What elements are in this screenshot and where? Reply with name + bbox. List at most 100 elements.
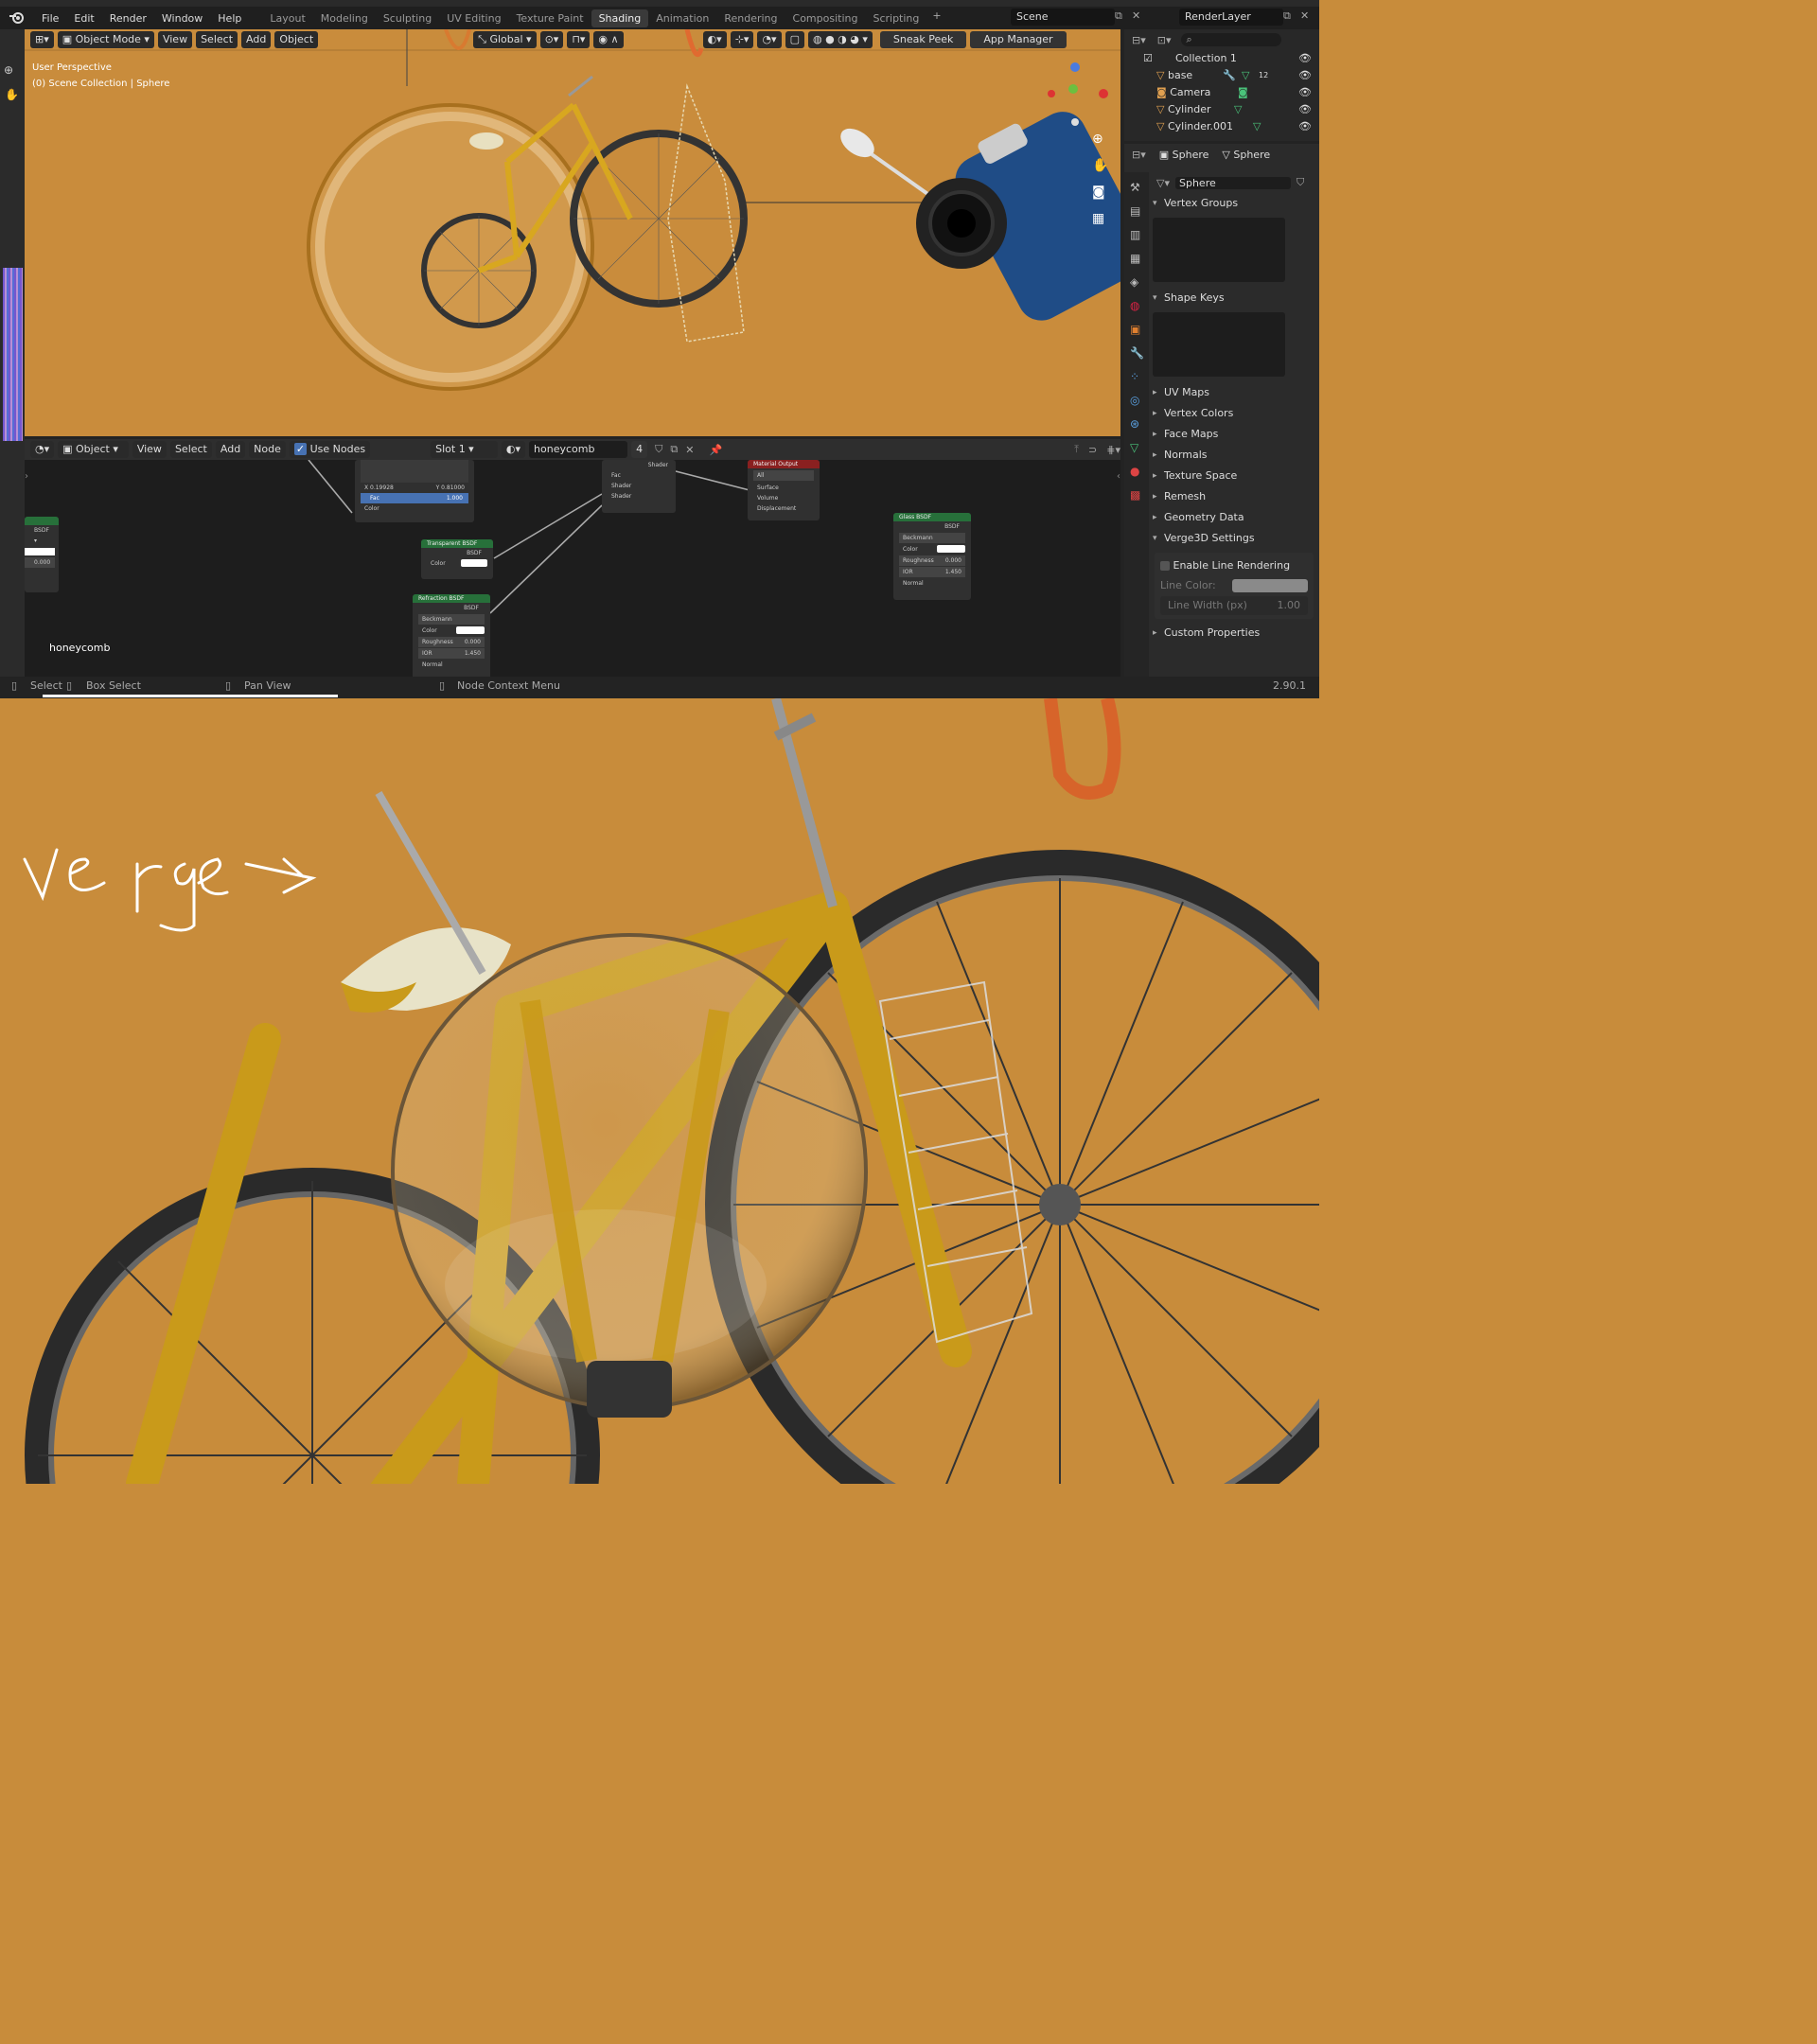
tab-rendering[interactable]: Rendering <box>716 9 785 27</box>
editor-type-icon[interactable]: ⊞▾ <box>30 31 54 48</box>
material-users-count[interactable]: 4 <box>631 441 648 458</box>
visibility-icon[interactable]: ◐▾ <box>702 31 727 48</box>
sneak-peek-button[interactable]: Sneak Peek <box>879 31 967 48</box>
node-left-value[interactable]: 0.000 <box>25 557 55 568</box>
outliner-item-cylinder-001[interactable]: ▽ Cylinder.001 ▽ 👁 <box>1124 118 1319 135</box>
constraints-tab-icon[interactable]: ⊛ <box>1130 413 1143 436</box>
node-menu-select[interactable]: Select <box>169 441 212 458</box>
copy-scene-icon[interactable]: ⧉ <box>1115 9 1122 23</box>
visibility-eye-icon[interactable]: 👁 <box>1298 67 1312 84</box>
visibility-eye-icon[interactable]: 👁 <box>1298 50 1312 67</box>
visibility-eye-icon[interactable]: 👁 <box>1298 84 1312 101</box>
node-menu-view[interactable]: View <box>132 441 167 458</box>
object-tab-icon[interactable]: ▣ <box>1130 318 1143 342</box>
refraction-color-swatch[interactable] <box>456 626 485 634</box>
mesh-name-field[interactable]: Sphere <box>1174 176 1291 189</box>
parent-node-tree-icon[interactable]: ⤒ <box>1074 443 1079 456</box>
panel-remesh[interactable]: Remesh <box>1149 486 1319 507</box>
overlay-toggle-icon[interactable]: ◔▾ <box>757 31 782 48</box>
close-view-layer-icon[interactable]: ✕ <box>1300 9 1309 22</box>
snap-node-icon[interactable]: ⊃ <box>1088 444 1097 456</box>
panel-geometry-data[interactable]: Geometry Data <box>1149 507 1319 528</box>
node-glass-bsdf[interactable]: Glass BSDF BSDF Beckmann Color Roughness… <box>893 513 971 600</box>
panel-normals[interactable]: Normals <box>1149 445 1319 466</box>
mode-selector[interactable]: ▣ Object Mode ▾ <box>57 31 154 48</box>
shading-modes-icon[interactable]: ◍ ● ◑ ◕ ▾ <box>807 31 873 48</box>
panel-vertex-colors[interactable]: Vertex Colors <box>1149 403 1319 424</box>
viewport-menu-view[interactable]: View <box>157 31 193 48</box>
viewport-menu-object[interactable]: Object <box>274 31 319 48</box>
pivot-icon[interactable]: ⊙▾ <box>539 31 564 48</box>
app-manager-button[interactable]: App Manager <box>970 31 1067 48</box>
panel-shape-keys[interactable]: Shape Keys <box>1149 288 1319 308</box>
transparent-color-swatch[interactable] <box>461 559 487 567</box>
tab-scripting[interactable]: Scripting <box>865 9 926 27</box>
tool-tab-icon[interactable]: ⚒ <box>1130 176 1143 200</box>
refraction-ior[interactable]: IOR 1.450 <box>418 648 485 659</box>
scene-tab-icon[interactable]: ◈ <box>1130 271 1143 294</box>
mesh-browse-icon[interactable]: ▽▾ <box>1156 177 1170 189</box>
shader-type-selector[interactable]: ▣ Object ▾ <box>58 441 129 458</box>
node-menu-node[interactable]: Node <box>249 441 286 458</box>
tab-uv-editing[interactable]: UV Editing <box>439 9 508 27</box>
xray-icon[interactable]: ▢ <box>785 31 804 48</box>
node-editor[interactable]: X 0.19928 Y 0.81000 Fac 1.000 Color BSDF ▾… <box>25 460 1120 677</box>
copy-view-layer-icon[interactable]: ⧉ <box>1283 9 1291 23</box>
fake-user-icon[interactable]: ⛉ <box>1297 176 1304 189</box>
panel-verge3d-settings[interactable]: Verge3D Settings <box>1149 528 1319 549</box>
tab-layout[interactable]: Layout <box>262 9 312 27</box>
close-scene-icon[interactable]: ✕ <box>1132 9 1140 22</box>
glass-roughness[interactable]: Roughness 0.000 <box>899 555 965 566</box>
line-width-field[interactable]: Line Width (px) 1.00 <box>1160 596 1308 615</box>
enable-line-rendering-row[interactable]: Enable Line Rendering <box>1160 556 1308 575</box>
node-left-color-swatch[interactable] <box>25 548 55 555</box>
display-mode-icon[interactable]: ⊡▾ <box>1157 34 1172 46</box>
data-breadcrumb[interactable]: ▽ Sphere <box>1222 149 1270 161</box>
mesh-data-tab-icon[interactable]: ▽ <box>1130 436 1143 460</box>
viewport-menu-add[interactable]: Add <box>241 31 272 48</box>
cursor-tool-icon[interactable]: ⊕ <box>4 63 13 77</box>
tab-modeling[interactable]: Modeling <box>313 9 376 27</box>
pin-icon[interactable]: 📌 <box>709 444 722 456</box>
node-refraction-bsdf[interactable]: Refraction BSDF BSDF Beckmann Color Roug… <box>413 594 490 677</box>
viewport-menu-select[interactable]: Select <box>196 31 238 48</box>
right-sidebar-arrow-icon[interactable]: ‹ <box>1117 471 1120 482</box>
tab-animation[interactable]: Animation <box>648 9 716 27</box>
menu-file[interactable]: File <box>34 12 66 25</box>
blender-logo-icon[interactable] <box>8 9 26 27</box>
left-sidebar-arrow-icon[interactable]: › <box>25 471 28 482</box>
material-name-field[interactable]: honeycomb <box>529 441 628 458</box>
material-output-target[interactable]: All <box>753 470 814 481</box>
outliner-item-camera[interactable]: ◙ Camera ◙ 👁 <box>1124 84 1319 101</box>
node-mix[interactable]: X 0.19928 Y 0.81000 Fac 1.000 Color <box>355 460 474 522</box>
visibility-eye-icon[interactable]: 👁 <box>1298 101 1312 118</box>
snap-element-icon[interactable]: ⋕▾ <box>1106 444 1120 456</box>
panel-custom-properties[interactable]: Custom Properties <box>1149 623 1319 643</box>
object-breadcrumb[interactable]: ▣ Sphere <box>1159 149 1209 161</box>
glass-ior[interactable]: IOR 1.450 <box>899 567 965 577</box>
node-left-bsdf[interactable]: BSDF ▾ 0.000 <box>25 517 59 592</box>
glass-color-swatch[interactable] <box>937 545 965 553</box>
node-mix-shader[interactable]: Shader Fac Shader Shader <box>602 460 676 513</box>
fac-slider[interactable]: Fac 1.000 <box>361 493 468 503</box>
3d-viewport[interactable]: User Perspective (0) Scene Collection | … <box>25 29 1120 436</box>
node-material-output[interactable]: Material Output All Surface Volume Displ… <box>748 460 820 520</box>
transform-orientation[interactable]: ⤡ Global ▾ <box>473 31 537 48</box>
menu-window[interactable]: Window <box>154 12 210 25</box>
view-layer-tab-icon[interactable]: ▦ <box>1130 247 1143 271</box>
add-workspace-icon[interactable]: + <box>926 9 946 27</box>
outliner-collection-row[interactable]: ☑ Collection 1 👁 <box>1124 50 1319 67</box>
shape-keys-list[interactable] <box>1153 312 1285 377</box>
use-nodes-checkbox-icon[interactable]: ✓ <box>293 443 308 455</box>
node-editor-type-icon[interactable]: ◔▾ <box>30 441 55 458</box>
proportional-edit-icon[interactable]: ◉ ∧ <box>593 31 624 48</box>
camera-view-icon[interactable]: ◙ <box>1092 185 1105 200</box>
enable-line-rendering-checkbox[interactable] <box>1160 561 1170 571</box>
visibility-eye-icon[interactable]: 👁 <box>1298 118 1312 135</box>
output-tab-icon[interactable]: ▥ <box>1130 223 1143 247</box>
outliner-item-cylinder[interactable]: ▽ Cylinder ▽ 👁 <box>1124 101 1319 118</box>
particles-tab-icon[interactable]: ⁘ <box>1130 365 1143 389</box>
pan-hand-icon[interactable]: ✋ <box>1092 158 1108 173</box>
hand-tool-icon[interactable]: ✋ <box>5 88 19 101</box>
glass-distribution[interactable]: Beckmann <box>899 533 965 543</box>
